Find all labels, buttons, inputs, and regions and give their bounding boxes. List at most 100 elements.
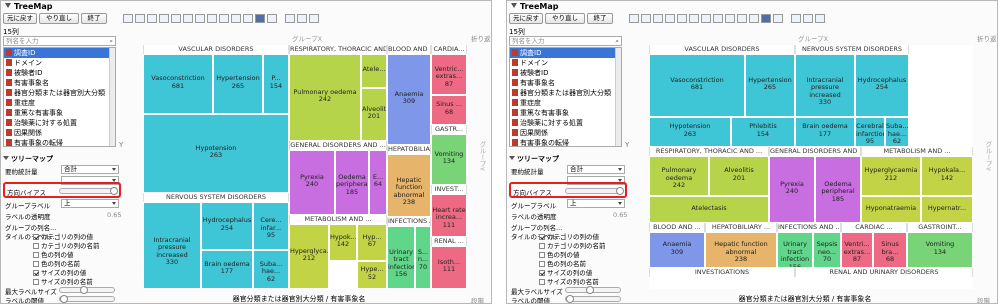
treemap-tile[interactable]: Vasoconstriction 681 bbox=[649, 54, 745, 117]
slider-knob[interactable] bbox=[566, 295, 574, 303]
group-label-select[interactable]: 上 bbox=[567, 199, 625, 208]
slider-knob[interactable] bbox=[60, 295, 68, 303]
graph-type-icon[interactable] bbox=[653, 14, 663, 23]
treemap-tile[interactable]: Anaemia 309 bbox=[649, 232, 705, 268]
summary-select[interactable]: 合計 bbox=[567, 165, 625, 174]
treemap-tile[interactable]: Sepsis neo... 70 bbox=[813, 232, 841, 268]
treemap-tile[interactable]: Hydrocephalus 254 bbox=[201, 202, 253, 250]
treemap-tile[interactable]: P... 154 bbox=[263, 54, 289, 114]
max-label-slider[interactable] bbox=[565, 286, 621, 294]
treemap-tile[interactable]: Hypok... 142 bbox=[329, 224, 357, 261]
column-item[interactable]: 因果関係 bbox=[4, 128, 115, 138]
collapse-triangle-icon[interactable] bbox=[3, 156, 9, 160]
graph-type-icon[interactable] bbox=[803, 14, 813, 23]
treemap-tile[interactable]: Isoth... 111 bbox=[431, 246, 467, 289]
treemap-plot[interactable]: Vasoconstriction 681 Hypertension 265 Hypote… bbox=[649, 45, 973, 289]
graph-type-icon[interactable] bbox=[309, 14, 319, 23]
check-row[interactable]: サイズの列の名前 bbox=[539, 276, 599, 286]
graph-type-icon[interactable] bbox=[737, 14, 747, 23]
slider-knob[interactable] bbox=[586, 286, 594, 294]
graph-type-icon[interactable] bbox=[123, 14, 133, 23]
column-item[interactable]: 重症度 bbox=[4, 98, 115, 108]
treemap-tile[interactable]: Hyperglycaemia 212 bbox=[861, 156, 921, 196]
graph-type-icon[interactable] bbox=[219, 14, 229, 23]
treemap-section-header[interactable]: ツリーマップ bbox=[509, 154, 559, 164]
done-button[interactable]: 終了 bbox=[587, 13, 613, 24]
treemap-tile[interactable]: Vomiting 134 bbox=[907, 232, 973, 268]
graph-type-icon[interactable] bbox=[665, 14, 675, 23]
column-item[interactable]: 器官分類または器官別大分類 bbox=[4, 88, 115, 98]
graph-type-icon[interactable] bbox=[641, 14, 651, 23]
column-item[interactable]: 重篤な有害事象 bbox=[510, 108, 621, 118]
column-item[interactable]: ドメイン bbox=[510, 58, 621, 68]
treemap-tile[interactable]: Hepatic function abnormal 238 bbox=[705, 232, 777, 268]
treemap-tile[interactable]: Alveolitis201 bbox=[709, 156, 769, 196]
column-item[interactable]: 有害事象名 bbox=[510, 78, 621, 88]
column-item[interactable]: 治験薬に対する処置 bbox=[4, 118, 115, 128]
graph-type-icon[interactable] bbox=[629, 14, 639, 23]
treemap-tile[interactable]: Ventri... extras... 87 bbox=[841, 232, 873, 268]
treemap-section-header[interactable]: ツリーマップ bbox=[3, 154, 53, 164]
column-search-input[interactable]: 列名を入力 ⌕ bbox=[3, 36, 116, 46]
treemap-tile[interactable]: Heart rate increa... 111 bbox=[431, 194, 467, 237]
redo-button[interactable]: やり直し bbox=[545, 13, 585, 24]
treemap-tile[interactable]: Hypotension 263 bbox=[143, 114, 289, 193]
treemap-tile[interactable]: Urinary tract infection 156 bbox=[777, 232, 813, 268]
column-item[interactable]: 因果関係 bbox=[510, 128, 621, 138]
treemap-tile[interactable]: Anaemia 309 bbox=[387, 54, 431, 145]
treemap-tile[interactable]: Vomiting 134 bbox=[431, 134, 467, 185]
treemap-tile[interactable]: Hepatic function abnormal 238 bbox=[387, 154, 431, 217]
treemap-tile[interactable]: Pulmonary oedema 242 bbox=[649, 156, 709, 196]
scrollbar[interactable] bbox=[109, 48, 115, 146]
group-x-zone[interactable]: グループX bbox=[129, 33, 485, 43]
x-axis-label[interactable]: 器官分類または器官別大分類 / 有害事象名 bbox=[635, 294, 975, 303]
column-item[interactable]: 器官分類または器官別大分類 bbox=[510, 88, 621, 98]
treemap-tile[interactable]: Hypotension 263 bbox=[649, 117, 731, 147]
wrap-zone[interactable]: 折り返し bbox=[471, 33, 491, 43]
column-item[interactable]: 有害事象の転帰 bbox=[4, 138, 115, 146]
treemap-tile[interactable]: Pyrexia 240 bbox=[769, 156, 815, 223]
treemap-tile[interactable]: Oedema peripheral 185 bbox=[815, 156, 861, 223]
treemap-tile[interactable]: Suba... hae... 62 bbox=[885, 117, 909, 147]
column-item[interactable]: 有害事象の転帰 bbox=[510, 138, 621, 146]
treemap-tile[interactable]: Pulmonary oedema 242 bbox=[289, 54, 361, 141]
graph-type-icon[interactable] bbox=[147, 14, 157, 23]
treemap-tile[interactable]: Oedema peripheral 185 bbox=[335, 150, 369, 215]
column-item[interactable]: ドメイン bbox=[4, 58, 115, 68]
checkbox[interactable] bbox=[33, 279, 39, 285]
threshold-slider[interactable] bbox=[59, 295, 115, 303]
wrap-zone[interactable]: 折り返し bbox=[977, 33, 997, 43]
treemap-tile[interactable]: Suba... hae... 62 bbox=[253, 250, 289, 289]
treemap-tile[interactable]: S... n... 70 bbox=[415, 226, 431, 289]
graph-type-icon[interactable] bbox=[267, 14, 277, 23]
graph-type-icon[interactable] bbox=[159, 14, 169, 23]
treemap-tile[interactable]: Sinus bra... 68 bbox=[873, 232, 907, 268]
treemap-tile[interactable]: Hyponatraemia bbox=[861, 196, 921, 223]
column-search-input[interactable]: 列名を入力 ⌕ bbox=[509, 36, 622, 46]
column-item[interactable]: 重篤な有害事象 bbox=[4, 108, 115, 118]
graph-type-icon[interactable] bbox=[135, 14, 145, 23]
page-zone[interactable]: 段階 bbox=[471, 295, 484, 303]
treemap-tile[interactable]: Hydrocephalus 254 bbox=[855, 54, 909, 117]
treemap-tile[interactable]: Hypernatr... bbox=[921, 196, 973, 223]
graph-type-icon[interactable] bbox=[773, 14, 783, 23]
group-y-zone[interactable]: グループY bbox=[477, 141, 487, 171]
column-item[interactable]: 治験薬に対する処置 bbox=[510, 118, 621, 128]
treemap-tile[interactable]: Hype... 52 bbox=[357, 261, 387, 289]
graph-type-icon[interactable] bbox=[701, 14, 711, 23]
column-item[interactable]: 重症度 bbox=[510, 98, 621, 108]
collapse-triangle-icon[interactable] bbox=[511, 3, 517, 8]
treemap-tile[interactable]: Brain oedema 177 bbox=[795, 117, 855, 147]
treemap-tile[interactable]: Cerebral infarction 95 bbox=[855, 117, 885, 147]
column-item[interactable]: 調査ID bbox=[4, 48, 115, 58]
check-row[interactable]: サイズの列の名前 bbox=[33, 276, 93, 286]
checkbox[interactable] bbox=[539, 279, 545, 285]
treemap-tile[interactable]: Atelectasis bbox=[649, 196, 769, 223]
collapse-triangle-icon[interactable] bbox=[509, 156, 515, 160]
group-label-select[interactable]: 上 bbox=[61, 199, 119, 208]
undo-button[interactable]: 元に戻す bbox=[3, 13, 37, 24]
graph-type-icon[interactable] bbox=[171, 14, 181, 23]
graph-type-icon[interactable] bbox=[815, 14, 825, 23]
treemap-tile[interactable]: Urinary tract infection 156 bbox=[387, 226, 415, 289]
treemap-tile[interactable]: Brain oedema 177 bbox=[201, 250, 253, 289]
